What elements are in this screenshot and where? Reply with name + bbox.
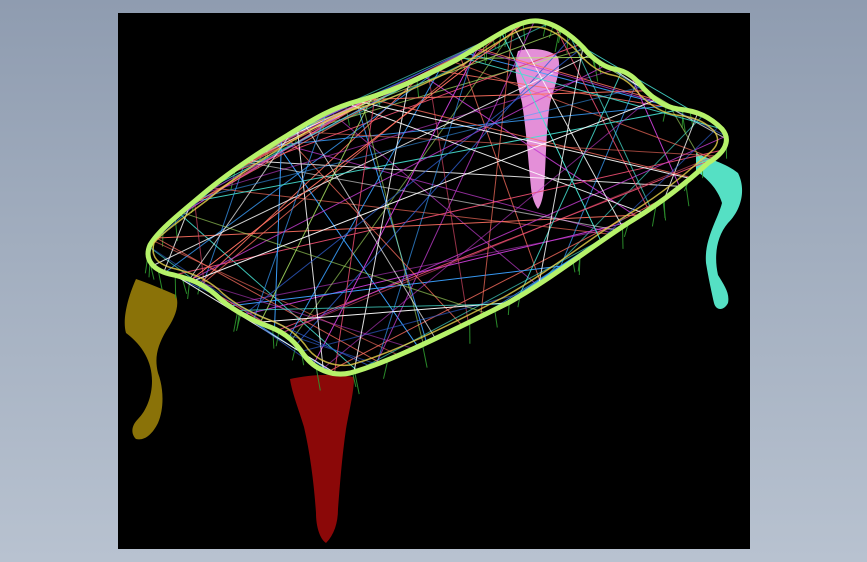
leg-front-center xyxy=(290,374,354,543)
wire-line xyxy=(293,130,718,157)
apron-stroke xyxy=(522,22,526,42)
apron-stroke xyxy=(416,79,420,99)
leg-front-left xyxy=(124,279,178,440)
apron-stroke xyxy=(422,344,428,368)
wire-line xyxy=(179,213,358,372)
apron-stroke xyxy=(174,275,177,299)
wire-line xyxy=(474,48,684,111)
table-wireframe-model xyxy=(124,18,743,543)
apron-stroke xyxy=(494,309,498,328)
wire-line xyxy=(329,110,538,286)
wire-line xyxy=(460,56,723,130)
wire-line xyxy=(243,221,631,316)
cad-viewport[interactable] xyxy=(118,13,750,549)
apron-stroke xyxy=(622,226,624,249)
